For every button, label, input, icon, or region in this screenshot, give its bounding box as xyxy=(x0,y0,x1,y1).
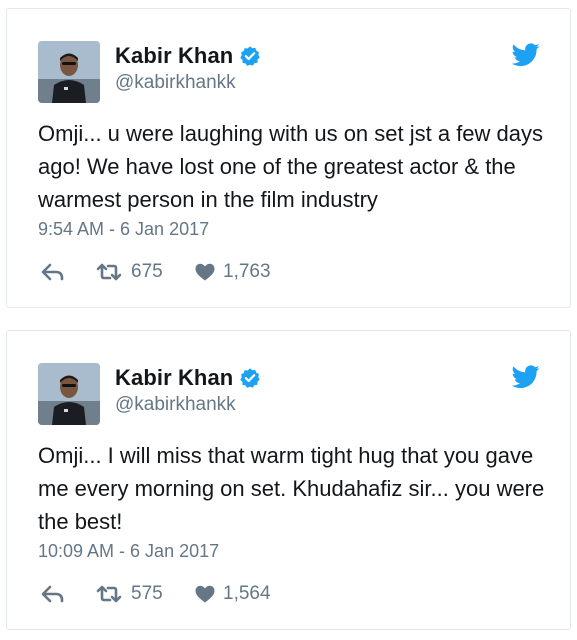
verified-badge-icon xyxy=(239,367,261,389)
display-name[interactable]: Kabir Khan xyxy=(115,43,233,69)
avatar-photo-icon xyxy=(38,41,100,103)
retweet-count: 675 xyxy=(131,261,163,282)
tweet-actions: 575 1,564 xyxy=(41,583,271,605)
author-handle[interactable]: @kabirkhankk xyxy=(115,394,236,416)
like-count: 1,763 xyxy=(223,261,271,282)
author-name-row: Kabir Khan xyxy=(115,43,261,69)
reply-icon xyxy=(41,585,65,603)
tweet-card[interactable]: Kabir Khan @kabirkhankk Omji... I will m… xyxy=(6,330,571,630)
author-name-row: Kabir Khan xyxy=(115,365,261,391)
tweet-timestamp[interactable]: 10:09 AM - 6 Jan 2017 xyxy=(38,541,219,562)
heart-icon xyxy=(195,585,215,603)
avatar[interactable] xyxy=(38,41,100,103)
retweet-button[interactable]: 675 xyxy=(95,261,195,283)
tweet-actions: 675 1,763 xyxy=(41,261,271,283)
avatar-photo-icon xyxy=(38,363,100,425)
reply-button[interactable] xyxy=(41,263,95,281)
verified-badge-icon xyxy=(239,45,261,67)
retweet-icon xyxy=(95,585,123,603)
tweet-text: Omji... I will miss that warm tight hug … xyxy=(38,443,545,534)
twitter-bird-icon[interactable] xyxy=(511,43,540,72)
retweet-count: 575 xyxy=(131,583,163,604)
like-count: 1,564 xyxy=(223,583,271,604)
like-button[interactable]: 1,564 xyxy=(195,583,271,605)
display-name[interactable]: Kabir Khan xyxy=(115,365,233,391)
tweet-text: Omji... u were laughing with us on set j… xyxy=(38,121,544,212)
tweet-timestamp[interactable]: 9:54 AM - 6 Jan 2017 xyxy=(38,219,209,240)
heart-icon xyxy=(195,263,215,281)
tweet-card[interactable]: Kabir Khan @kabirkhankk Omji... u were l… xyxy=(6,8,571,308)
like-button[interactable]: 1,763 xyxy=(195,261,271,283)
reply-icon xyxy=(41,263,65,281)
reply-button[interactable] xyxy=(41,585,95,603)
retweet-button[interactable]: 575 xyxy=(95,583,195,605)
avatar[interactable] xyxy=(38,363,100,425)
author-handle[interactable]: @kabirkhankk xyxy=(115,72,236,94)
tweet-screenshot: Kabir Khan @kabirkhankk Omji... u were l… xyxy=(0,0,577,640)
retweet-icon xyxy=(95,263,123,281)
twitter-bird-icon[interactable] xyxy=(511,365,540,394)
